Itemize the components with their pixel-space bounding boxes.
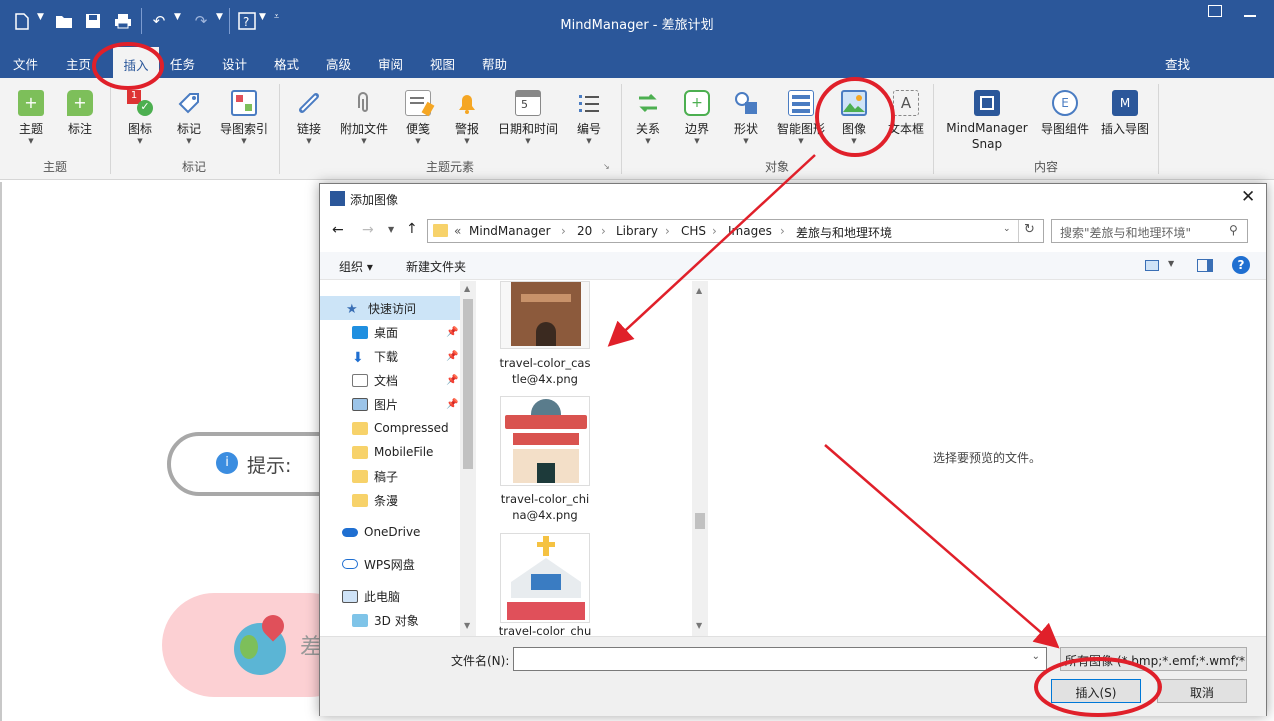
annotation-circle-insert-button [1034,657,1162,717]
annotation-overlay [92,42,1162,717]
annotation-arrow-to-insert [824,444,1060,649]
annotation-circle-insert-tab [92,42,164,90]
annotation-arrow-to-files [607,154,816,347]
annotation-circle-image-button [815,77,895,157]
